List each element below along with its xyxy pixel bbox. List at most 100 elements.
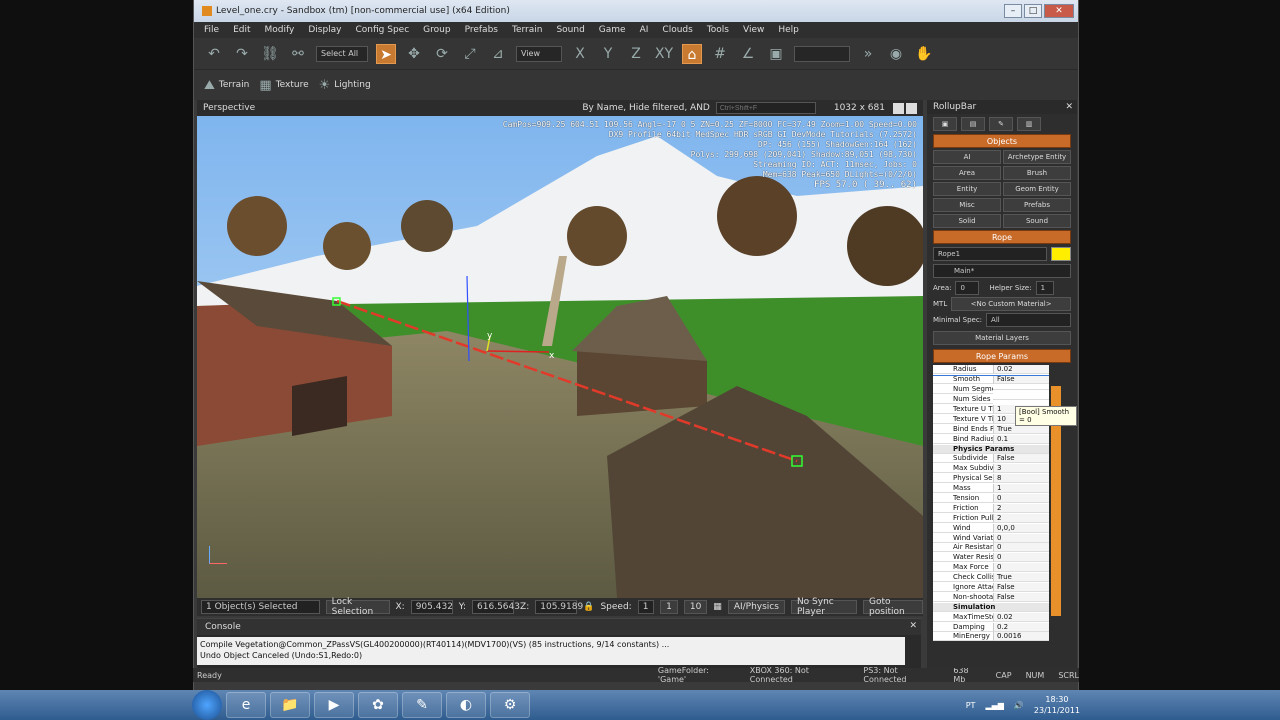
x-coordinate-field[interactable]: 905.432: [410, 600, 453, 614]
layer-field[interactable]: Main*: [933, 264, 1071, 278]
helper-size-field[interactable]: 1: [1035, 281, 1054, 295]
menu-item-tools[interactable]: Tools: [707, 25, 729, 35]
menu-item-prefabs[interactable]: Prefabs: [465, 25, 498, 35]
speed-1-button[interactable]: 1: [660, 600, 678, 614]
menu-item-config-spec[interactable]: Config Spec: [356, 25, 410, 35]
menu-item-game[interactable]: Game: [599, 25, 626, 35]
axis-y-icon[interactable]: Y: [598, 44, 618, 64]
ai-physics-button[interactable]: AI/Physics: [727, 600, 785, 614]
property-row[interactable]: Wind 0,0,0: [933, 523, 1049, 533]
rope-color-swatch[interactable]: [1051, 247, 1071, 261]
menu-item-ai[interactable]: AI: [640, 25, 649, 35]
console-close-icon[interactable]: ✕: [909, 621, 917, 631]
rotate-tool-icon[interactable]: ⟳: [432, 44, 452, 64]
viewport-label[interactable]: Perspective: [203, 103, 255, 113]
menu-item-sound[interactable]: Sound: [556, 25, 584, 35]
grid-icon[interactable]: #: [710, 44, 730, 64]
display-tab-icon[interactable]: ▥: [1017, 117, 1041, 131]
align-tool-icon[interactable]: ⊿: [488, 44, 508, 64]
toolbar-combo[interactable]: [794, 45, 850, 62]
property-row[interactable]: Max Force 0: [933, 563, 1049, 573]
viewport-options-icon[interactable]: [906, 102, 917, 114]
sound-button[interactable]: Sound: [1003, 214, 1071, 228]
y-coordinate-field[interactable]: 616.5643: [472, 600, 520, 614]
property-row[interactable]: Tension 0: [933, 494, 1049, 504]
property-value[interactable]: 2: [993, 503, 1049, 513]
area-button[interactable]: Area: [933, 166, 1001, 180]
property-group[interactable]: Physics Params: [933, 444, 1049, 454]
select-tool-icon[interactable]: ➤: [376, 43, 396, 64]
minimal-spec-select[interactable]: All: [986, 313, 1071, 327]
property-value[interactable]: [993, 389, 1049, 391]
property-value[interactable]: 0: [993, 533, 1049, 543]
property-value[interactable]: 0: [993, 494, 1049, 504]
property-row[interactable]: Bind Radius 0.1: [933, 434, 1049, 444]
property-value[interactable]: 0: [993, 563, 1049, 573]
clock[interactable]: 18:30 23/11/2011: [1034, 694, 1080, 716]
undo-icon[interactable]: ↶: [204, 44, 224, 64]
property-value[interactable]: 1: [993, 484, 1049, 494]
axis-x-icon[interactable]: X: [570, 44, 590, 64]
property-row[interactable]: Wind Variation0: [933, 533, 1049, 543]
angle-snap-icon[interactable]: ∠: [738, 44, 758, 64]
texture-button[interactable]: ▦ Texture: [259, 78, 308, 93]
overflow-icon[interactable]: »: [858, 44, 878, 64]
property-value[interactable]: False: [993, 592, 1049, 602]
terrain-snap-icon[interactable]: ⌂: [682, 43, 702, 64]
lock-icon[interactable]: 🔒: [583, 602, 594, 612]
lighting-button[interactable]: ☀ Lighting: [319, 78, 371, 93]
menu-item-modify[interactable]: Modify: [265, 25, 295, 35]
rollup-close-icon[interactable]: ✕: [1065, 100, 1073, 114]
lock-selection-button[interactable]: Lock Selection: [325, 597, 390, 617]
property-value[interactable]: False: [993, 375, 1049, 385]
property-value[interactable]: 0.02: [993, 365, 1049, 375]
property-value[interactable]: 0.0016: [993, 632, 1049, 641]
speed-10-button[interactable]: 10: [683, 600, 708, 614]
view-combo[interactable]: View: [516, 45, 562, 62]
property-value[interactable]: 8: [993, 474, 1049, 484]
property-value[interactable]: 2: [993, 513, 1049, 523]
property-row[interactable]: Water Resistance0: [933, 553, 1049, 563]
property-row[interactable]: Ignore AttachmentsFalse: [933, 583, 1049, 593]
solid-button[interactable]: Solid: [933, 214, 1001, 228]
property-value[interactable]: True: [993, 424, 1049, 434]
property-row[interactable]: Non-shootableFalse: [933, 592, 1049, 602]
objects-tab-icon[interactable]: ▣: [933, 117, 957, 131]
game-icon[interactable]: ◉: [886, 44, 906, 64]
redo-icon[interactable]: ↷: [232, 44, 252, 64]
rope-name-field[interactable]: Rope1: [933, 247, 1047, 261]
property-value[interactable]: 3: [993, 464, 1049, 474]
property-row[interactable]: Friction Pull 2: [933, 513, 1049, 523]
terrain-button[interactable]: ⛰ Terrain: [204, 78, 249, 93]
property-value[interactable]: False: [993, 454, 1049, 464]
property-value[interactable]: True: [993, 573, 1049, 583]
close-button[interactable]: ✕: [1044, 4, 1074, 18]
rope-params-header[interactable]: Rope Params: [933, 349, 1071, 363]
speed-field[interactable]: 1: [637, 600, 655, 614]
archetype-entity-button[interactable]: Archetype Entity: [1003, 150, 1071, 164]
3d-viewport[interactable]: x y CamPos=909.25 604.51 109.56 Angl=-17…: [197, 116, 923, 598]
app-taskbar-icon[interactable]: ✿: [358, 692, 398, 718]
maximize-viewport-icon[interactable]: [893, 102, 904, 114]
geom-entity-button[interactable]: Geom Entity: [1003, 182, 1071, 196]
property-row[interactable]: Subdivide False: [933, 454, 1049, 464]
menu-item-view[interactable]: View: [743, 25, 764, 35]
property-group[interactable]: Simulation: [933, 602, 1049, 612]
tool-taskbar-icon[interactable]: ⚙: [490, 692, 530, 718]
console-log[interactable]: Compile Vegetation@Common_ZPassVS(GL4002…: [197, 637, 905, 665]
property-row[interactable]: Num Sides: [933, 395, 1049, 405]
move-tool-icon[interactable]: ✥: [404, 44, 424, 64]
property-value[interactable]: 0.1: [993, 434, 1049, 444]
brush-tab-icon[interactable]: ✎: [989, 117, 1013, 131]
property-value[interactable]: 0.2: [993, 622, 1049, 632]
z-coordinate-field[interactable]: 105.9189: [535, 600, 583, 614]
ie-taskbar-icon[interactable]: e: [226, 692, 266, 718]
language-indicator[interactable]: PT: [966, 701, 976, 710]
entity-button[interactable]: Entity: [933, 182, 1001, 196]
property-value[interactable]: 0.02: [993, 612, 1049, 622]
maximize-button[interactable]: □: [1024, 4, 1042, 18]
rope-header[interactable]: Rope: [933, 230, 1071, 244]
start-button[interactable]: [192, 690, 222, 720]
goto-position-button[interactable]: Goto position: [863, 597, 923, 617]
notepad-taskbar-icon[interactable]: ✎: [402, 692, 442, 718]
